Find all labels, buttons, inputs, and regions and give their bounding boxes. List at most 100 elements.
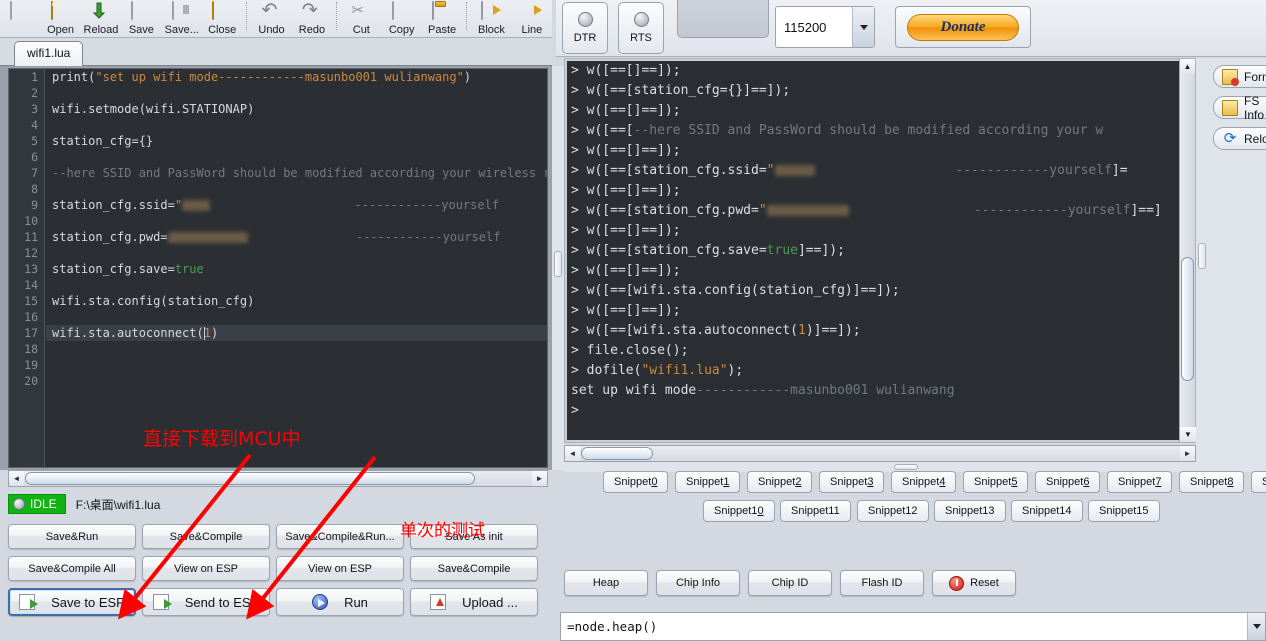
toolbar-copy-button[interactable]: Copy xyxy=(382,0,422,38)
terminal-horizontal-scrollbar[interactable]: ◄ ► xyxy=(564,445,1196,462)
snippet-button-15[interactable]: Snippet15 xyxy=(1088,500,1160,522)
rts-button[interactable]: RTS xyxy=(618,2,664,54)
scroll-left-arrow[interactable]: ◄ xyxy=(565,446,580,461)
run-button[interactable]: Run xyxy=(276,588,404,616)
snippet-button-3[interactable]: Snippet 3 xyxy=(819,471,885,493)
tab-wifi1-lua[interactable]: wifi1.lua xyxy=(14,41,84,66)
toolbar-save-as-button[interactable]: Save... xyxy=(162,0,202,38)
toolbar-paste-button[interactable]: Paste xyxy=(422,0,462,38)
scroll-left-arrow[interactable]: ◄ xyxy=(9,471,24,486)
toolbar-new-button[interactable] xyxy=(0,0,40,38)
command-input-value: =node.heap() xyxy=(567,619,658,634)
snippet-button-2[interactable]: Snippet 2 xyxy=(747,471,813,493)
save-and-run-button[interactable]: Save&Run xyxy=(8,524,136,549)
snippet-button-8[interactable]: Snippet 8 xyxy=(1179,471,1245,493)
toolbar-block-button[interactable]: Block xyxy=(471,0,511,38)
save-compile-run-button[interactable]: Save&Compile&Run... xyxy=(276,524,404,549)
view-on-esp-button-2[interactable]: View on ESP xyxy=(276,556,404,581)
line-number: 8 xyxy=(31,182,38,196)
snippet-button-4[interactable]: Snippet 4 xyxy=(891,471,957,493)
save-to-esp-icon xyxy=(19,594,39,610)
scroll-down-arrow[interactable]: ▼ xyxy=(1180,427,1196,442)
terminal-output[interactable]: > w([==[]==]); > w([==[station_cfg={}]==]… xyxy=(567,61,1193,440)
heap-button[interactable]: Heap xyxy=(564,570,648,596)
save-and-compile-button[interactable]: Save&Compile xyxy=(142,524,270,549)
toolbar-open-button[interactable]: Open xyxy=(40,0,80,38)
snippet-button-12[interactable]: Snippet12 xyxy=(857,500,929,522)
snippet-button-9[interactable]: Snippet9 xyxy=(1251,471,1266,493)
view-on-esp-button[interactable]: View on ESP xyxy=(142,556,270,581)
scroll-thumb[interactable] xyxy=(25,472,475,485)
fs-info-button[interactable]: FS Info xyxy=(1213,94,1266,122)
reload-fs-button[interactable]: ⟳ Reload xyxy=(1213,127,1266,150)
scroll-right-arrow[interactable]: ► xyxy=(1180,446,1195,461)
save-compile-button-2[interactable]: Save&Compile xyxy=(410,556,538,581)
terminal-vertical-scrollbar[interactable]: ▲ ▼ xyxy=(1179,59,1196,442)
format-button[interactable]: Format... xyxy=(1213,65,1266,88)
reset-button[interactable]: Reset xyxy=(932,570,1016,596)
code-line: station_cfg.ssid="xxxx ------------yours… xyxy=(52,198,500,212)
snippet-button-0[interactable]: Snippet 0 xyxy=(603,471,669,493)
terminal-line: > w([==[]==]); xyxy=(571,303,681,318)
send-to-esp-button[interactable]: Send to ESP xyxy=(142,588,270,616)
code-editor[interactable]: 1 2 3 4 5 6 7 8 9 10 11 12 13 14 15 16 17 18 19 20 print("s… xyxy=(8,68,548,468)
snippet-button-10[interactable]: Snippet1 0 xyxy=(703,500,775,522)
snippet-button-14[interactable]: Snippet14 xyxy=(1011,500,1083,522)
chip-info-button[interactable]: Chip Info xyxy=(656,570,740,596)
scroll-thumb[interactable] xyxy=(1181,257,1194,381)
toolbar-save-button[interactable]: Save xyxy=(121,0,161,38)
save-to-esp-button[interactable]: Save to ESP xyxy=(8,588,136,616)
upload-button[interactable]: Upload ... xyxy=(410,588,538,616)
fs-info-icon xyxy=(1222,99,1238,116)
donate-button-container[interactable]: Donate xyxy=(895,6,1031,48)
toolbar-redo-button[interactable]: ↷ Redo xyxy=(292,0,332,38)
command-input-bar[interactable]: =node.heap() https://blog.csdn.net/qq_42… xyxy=(560,612,1266,641)
dtr-button[interactable]: DTR xyxy=(562,2,608,54)
line-number: 7 xyxy=(31,166,38,180)
snippet-button-6[interactable]: Snippet 6 xyxy=(1035,471,1101,493)
status-badge-label: IDLE xyxy=(30,497,57,511)
scroll-right-arrow[interactable]: ► xyxy=(532,471,547,486)
command-history-dropdown-icon[interactable] xyxy=(1247,613,1265,640)
code-text-area[interactable]: print("set up wifi mode------------masun… xyxy=(46,69,547,467)
toolbar-label: Line xyxy=(521,24,543,36)
save-compile-all-button[interactable]: Save&Compile All xyxy=(8,556,136,581)
splitter-grip[interactable] xyxy=(554,251,562,277)
line-number: 5 xyxy=(31,134,38,148)
right-toolbar: DTR RTS Close 115200 Donate xyxy=(556,0,1266,57)
editor-horizontal-scrollbar[interactable]: ◄ ► xyxy=(8,470,548,487)
status-file-path: F:\桌面\wifi1.lua xyxy=(75,497,161,512)
snippet-button-5[interactable]: Snippet 5 xyxy=(963,471,1029,493)
terminal-line: > w([==[]==]); xyxy=(571,103,681,118)
toolbar-label: Cut xyxy=(352,24,370,36)
close-port-button[interactable]: Close xyxy=(677,0,769,38)
redo-icon: ↷ xyxy=(301,0,318,21)
toolbar-undo-button[interactable]: ↶ Undo xyxy=(251,0,291,38)
toolbar-close-button[interactable]: Close xyxy=(202,0,242,38)
dtr-label: DTR xyxy=(573,32,597,44)
scroll-up-arrow[interactable]: ▲ xyxy=(1180,59,1195,74)
baud-rate-select[interactable]: 115200 xyxy=(775,6,875,48)
reload-icon xyxy=(91,2,111,20)
terminal-line: > w([==[--here SSID and PassWord should … xyxy=(571,123,1104,138)
toolbar-line-button[interactable]: Line xyxy=(512,0,552,38)
toolbar-label: Save xyxy=(128,24,154,36)
scroll-thumb[interactable] xyxy=(581,447,653,460)
editor-terminal-vertical-splitter[interactable] xyxy=(552,66,564,470)
line-number: 15 xyxy=(24,294,38,308)
toolbar-cut-button[interactable]: ✂ Cut xyxy=(341,0,381,38)
snippet-button-11[interactable]: Snippet11 xyxy=(780,500,851,522)
line-number: 1 xyxy=(31,70,38,84)
snippet-button-7[interactable]: Snippet 7 xyxy=(1107,471,1173,493)
dtr-led-icon xyxy=(577,12,593,27)
line-number: 16 xyxy=(24,310,38,324)
donate-button[interactable]: Donate xyxy=(907,13,1019,41)
chip-id-button[interactable]: Chip ID xyxy=(748,570,832,596)
snippet-button-13[interactable]: Snippet13 xyxy=(934,500,1006,522)
toolbar-reload-button[interactable]: Reload xyxy=(81,0,121,38)
splitter-grip[interactable] xyxy=(1198,243,1206,269)
snippet-button-1[interactable]: Snippet 1 xyxy=(675,471,741,493)
flash-id-button[interactable]: Flash ID xyxy=(840,570,924,596)
chevron-down-icon[interactable] xyxy=(852,7,874,47)
terminal-rightpanel-splitter[interactable] xyxy=(1196,58,1207,462)
